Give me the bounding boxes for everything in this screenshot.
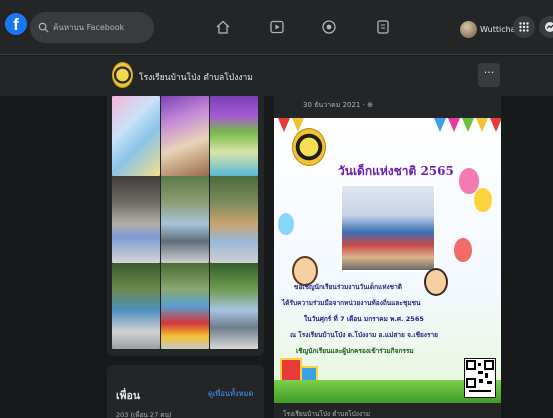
post-card: 30 ธันวาคม 2021 · ⊕ วันเด็กแห่งชาติ 2565… (274, 96, 501, 418)
search-box[interactable] (30, 12, 154, 43)
page-header: โรงเรียนบ้านโป่ง ตำบลโป่งงาม ··· (0, 56, 553, 96)
photo-grid (112, 96, 259, 349)
photos-card (107, 96, 264, 356)
poster-text-line: ในวันศุกร์ ที่ 7 เดือน มกราคม พ.ศ. 2565 (304, 315, 424, 323)
home-icon[interactable] (212, 16, 234, 38)
photo-thumbnail[interactable] (112, 96, 160, 176)
see-all-friends-link[interactable]: ดูเพื่อนทั้งหมด (208, 388, 253, 400)
balloon-decoration (454, 238, 472, 262)
school-emblem (292, 128, 326, 166)
search-icon (38, 22, 49, 33)
groups-icon[interactable] (318, 16, 340, 38)
profile-button[interactable]: Wuttichai (460, 18, 518, 40)
poster-text-line: เชิญนักเรียนและผู้ปกครองเข้าร่วมกิจกรรม (296, 347, 414, 355)
messenger-icon[interactable] (539, 16, 553, 38)
top-navigation-bar: f Wuttichai (0, 0, 553, 55)
poster-title: วันเด็กแห่งชาติ 2565 (338, 164, 454, 178)
poster-text-line: ขอเชิญนักเรียนร่วมงานวันเด็กแห่งชาติ (294, 283, 402, 291)
friends-card: เพื่อน ดูเพื่อนทั้งหมด 203 (เพื่อน 27 คน… (107, 365, 264, 418)
video-icon[interactable] (266, 16, 288, 38)
flag-decoration (490, 118, 501, 132)
grid-menu-icon[interactable] (513, 16, 535, 38)
avatar (460, 20, 477, 38)
balloon-decoration (278, 213, 294, 235)
post-image[interactable]: วันเด็กแห่งชาติ 2565 ขอเชิญนักเรียนร่วมง… (274, 118, 501, 403)
photo-thumbnail[interactable] (210, 96, 258, 176)
flag-decoration (462, 118, 474, 132)
photo-thumbnail[interactable] (161, 96, 209, 176)
cartoon-child (424, 268, 448, 296)
friends-heading: เพื่อน (116, 390, 140, 402)
friends-count: 203 (เพื่อน 27 คน) (116, 411, 172, 418)
photo-thumbnail[interactable] (210, 176, 258, 263)
post-timestamp[interactable]: 30 ธันวาคม 2021 · ⊕ (303, 100, 373, 111)
photo-thumbnail[interactable] (112, 176, 160, 263)
qr-code (464, 358, 496, 398)
poster-text-line: ได้รับความร่วมมือจากหน่วยงานท้องถิ่นและช… (282, 299, 421, 307)
page-title[interactable]: โรงเรียนบ้านโป่ง ตำบลโป่งงาม (139, 70, 253, 84)
pages-icon[interactable] (372, 16, 394, 38)
school-logo[interactable] (112, 62, 133, 88)
flag-decoration (434, 118, 446, 132)
photo-thumbnail[interactable] (112, 263, 160, 349)
poster-text-line: ณ โรงเรียนบ้านโป่ง ต.โป่งงาม อ.แม่สาย จ.… (290, 331, 438, 339)
flag-decoration (278, 118, 290, 132)
flag-decoration (448, 118, 460, 132)
group-photo (340, 184, 436, 272)
photo-thumbnail[interactable] (161, 176, 209, 263)
photo-thumbnail[interactable] (161, 263, 209, 349)
facebook-logo[interactable]: f (5, 13, 27, 35)
balloon-decoration (474, 188, 492, 212)
more-options-button[interactable]: ··· (478, 63, 500, 87)
photo-thumbnail[interactable] (210, 263, 258, 349)
flag-decoration (476, 118, 488, 132)
search-input[interactable] (53, 23, 153, 32)
post-caption-preview[interactable]: โรงเรียนบ้านโป่ง ตำบลโป่งงาม (283, 409, 370, 418)
